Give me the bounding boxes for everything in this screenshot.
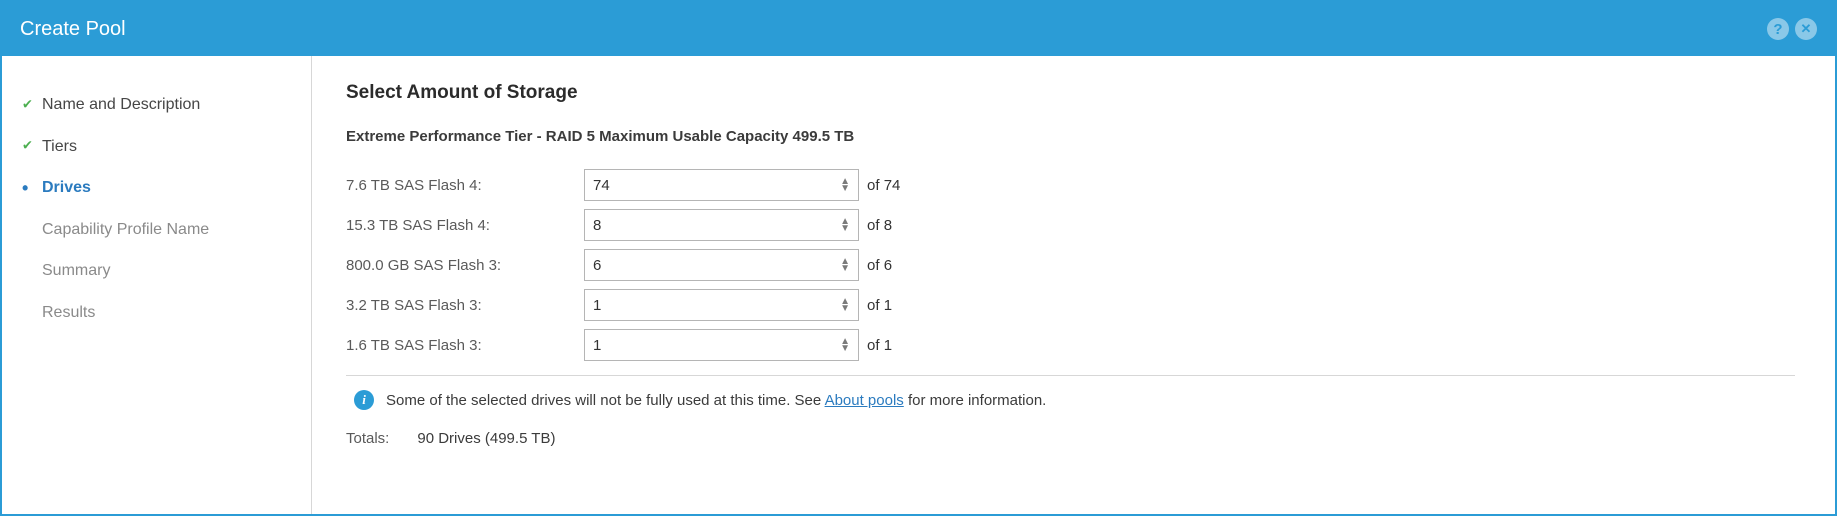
- step-label: Drives: [42, 179, 91, 196]
- step-label: Name and Description: [42, 96, 200, 113]
- titlebar: Create Pool ? ✕: [2, 2, 1835, 56]
- drive-count-stepper[interactable]: 1 ▲▼: [584, 329, 859, 361]
- tier-summary: Extreme Performance Tier - RAID 5 Maximu…: [346, 128, 1795, 145]
- step-results: Results: [2, 292, 311, 334]
- stepper-arrows-icon[interactable]: ▲▼: [840, 338, 850, 352]
- drive-count-value: 6: [593, 257, 840, 274]
- drive-max: of 1: [859, 337, 892, 354]
- drive-count-value: 74: [593, 177, 840, 194]
- drive-label: 7.6 TB SAS Flash 4:: [346, 177, 584, 194]
- help-icon[interactable]: ?: [1767, 18, 1789, 40]
- close-icon[interactable]: ✕: [1795, 18, 1817, 40]
- stepper-arrows-icon[interactable]: ▲▼: [840, 178, 850, 192]
- stepper-arrows-icon[interactable]: ▲▼: [840, 218, 850, 232]
- drive-max: of 74: [859, 177, 900, 194]
- stepper-arrows-icon[interactable]: ▲▼: [840, 298, 850, 312]
- drive-count-value: 1: [593, 297, 840, 314]
- step-tiers[interactable]: ✔ Tiers: [2, 126, 311, 168]
- step-name-description[interactable]: ✔ Name and Description: [2, 84, 311, 126]
- drive-row: 7.6 TB SAS Flash 4: 74 ▲▼ of 74: [346, 165, 1795, 205]
- drive-count-value: 1: [593, 337, 840, 354]
- totals-label: Totals:: [346, 430, 389, 447]
- step-drives[interactable]: • Drives: [2, 167, 311, 209]
- step-label: Results: [42, 304, 95, 321]
- drive-count-stepper[interactable]: 74 ▲▼: [584, 169, 859, 201]
- step-summary: Summary: [2, 250, 311, 292]
- drive-label: 3.2 TB SAS Flash 3:: [346, 297, 584, 314]
- step-label: Capability Profile Name: [42, 221, 209, 238]
- page-title: Select Amount of Storage: [346, 82, 1795, 104]
- drive-row: 15.3 TB SAS Flash 4: 8 ▲▼ of 8: [346, 205, 1795, 245]
- step-label: Tiers: [42, 138, 77, 155]
- drive-row: 1.6 TB SAS Flash 3: 1 ▲▼ of 1: [346, 325, 1795, 365]
- totals-row: Totals: 90 Drives (499.5 TB): [346, 430, 1795, 447]
- drive-max: of 1: [859, 297, 892, 314]
- drive-max: of 8: [859, 217, 892, 234]
- about-pools-link[interactable]: About pools: [825, 392, 904, 409]
- drive-row: 3.2 TB SAS Flash 3: 1 ▲▼ of 1: [346, 285, 1795, 325]
- info-message: i Some of the selected drives will not b…: [346, 376, 1795, 422]
- step-capability-profile: Capability Profile Name: [2, 209, 311, 251]
- drive-label: 800.0 GB SAS Flash 3:: [346, 257, 584, 274]
- info-text: Some of the selected drives will not be …: [386, 392, 1046, 409]
- drive-label: 1.6 TB SAS Flash 3:: [346, 337, 584, 354]
- dialog-body: ✔ Name and Description ✔ Tiers • Drives …: [2, 56, 1835, 514]
- drive-rows: 7.6 TB SAS Flash 4: 74 ▲▼ of 74 15.3 TB …: [346, 165, 1795, 365]
- totals-value: 90 Drives (499.5 TB): [417, 430, 555, 447]
- stepper-arrows-icon[interactable]: ▲▼: [840, 258, 850, 272]
- create-pool-dialog: Create Pool ? ✕ ✔ Name and Description ✔…: [0, 0, 1837, 516]
- main-panel: Select Amount of Storage Extreme Perform…: [312, 56, 1835, 514]
- drive-label: 15.3 TB SAS Flash 4:: [346, 217, 584, 234]
- step-label: Summary: [42, 262, 110, 279]
- wizard-steps: ✔ Name and Description ✔ Tiers • Drives …: [2, 56, 312, 514]
- titlebar-actions: ? ✕: [1767, 18, 1817, 40]
- check-icon: ✔: [22, 94, 33, 115]
- drive-max: of 6: [859, 257, 892, 274]
- drive-count-stepper[interactable]: 8 ▲▼: [584, 209, 859, 241]
- drive-count-stepper[interactable]: 1 ▲▼: [584, 289, 859, 321]
- drive-count-value: 8: [593, 217, 840, 234]
- drive-count-stepper[interactable]: 6 ▲▼: [584, 249, 859, 281]
- dialog-title: Create Pool: [20, 18, 126, 41]
- drive-row: 800.0 GB SAS Flash 3: 6 ▲▼ of 6: [346, 245, 1795, 285]
- check-icon: ✔: [22, 136, 33, 157]
- info-icon: i: [354, 390, 374, 410]
